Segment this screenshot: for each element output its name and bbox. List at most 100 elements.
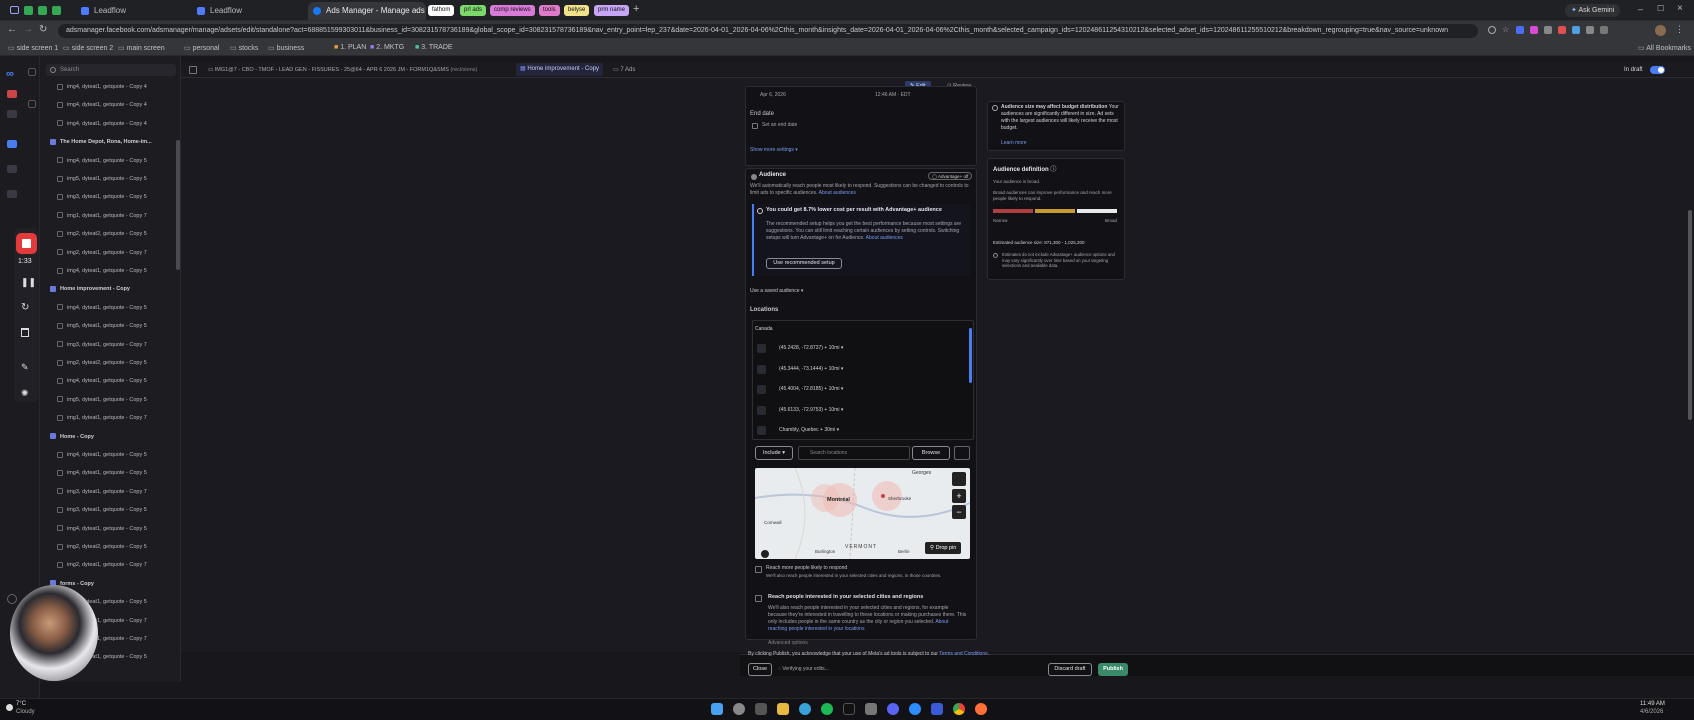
tree-ad-item[interactable]: img4, dyteat1, getquote - Copy 5: [48, 374, 176, 388]
tree-ad-item[interactable]: img5, dyteat1, getquote - Copy 5: [48, 172, 176, 186]
location-item[interactable]: Chambly, Quebec + 30mi ▾: [779, 427, 839, 434]
checkbox[interactable]: [57, 193, 63, 200]
tree-ad-item[interactable]: img2, dyteat2, getquote - Copy 5: [48, 227, 176, 241]
tree-ad-item[interactable]: img4, dyteat1, getquote - Copy 5: [48, 264, 176, 278]
puzzle-icon[interactable]: [1600, 26, 1608, 34]
zoom-in-button[interactable]: +: [952, 489, 966, 503]
tree-ad-item[interactable]: img3, dyteat1, getquote - Copy 5: [48, 190, 176, 204]
zoom-out-button[interactable]: −: [952, 505, 966, 519]
tree-ad-item[interactable]: img2, dyteat1, getquote - Copy 7: [48, 246, 176, 260]
ask-gemini-button[interactable]: ✦ Ask Gemini: [1565, 4, 1621, 17]
close-button[interactable]: Close: [748, 663, 772, 676]
publish-button[interactable]: Publish: [1098, 663, 1128, 676]
tree-adset-item[interactable]: Home - Copy: [48, 430, 176, 444]
weather-icon[interactable]: [6, 704, 13, 711]
checkbox[interactable]: [57, 377, 63, 384]
sheets-icon-2[interactable]: [38, 6, 47, 15]
checkbox[interactable]: [57, 322, 63, 329]
tab-leadflow-2[interactable]: Leadflow: [192, 2, 304, 20]
tab-group-prl-ads[interactable]: prl ads: [460, 5, 487, 16]
tree-ad-item[interactable]: img4, dyteat1, getquote - Copy 5: [48, 154, 176, 168]
back-icon[interactable]: ←: [7, 24, 17, 35]
chevron-down-icon[interactable]: ▾: [839, 407, 844, 413]
effects-icon[interactable]: ✺: [21, 388, 29, 399]
checkbox[interactable]: [57, 488, 63, 495]
pause-icon[interactable]: ❚❚: [21, 277, 36, 288]
extension-icon-2[interactable]: [1530, 26, 1538, 34]
location-item[interactable]: (45.4004, -72.8185) + 10mi ▾: [779, 386, 843, 393]
edit-rail-icon[interactable]: [28, 100, 36, 108]
window-menu-icon[interactable]: [10, 6, 19, 14]
location-item[interactable]: (45.6133, -72.9753) + 10mi ▾: [779, 407, 843, 414]
checkbox[interactable]: [57, 249, 63, 256]
checkbox[interactable]: [57, 83, 63, 90]
profile-avatar[interactable]: [1655, 25, 1666, 36]
location-item[interactable]: (45.2428, -72.8737) + 10mi ▾: [779, 345, 843, 352]
notifications-icon[interactable]: [7, 90, 17, 98]
trash-icon[interactable]: [21, 328, 29, 337]
windows-start-icon[interactable]: [711, 703, 723, 715]
reach-interested-checkbox[interactable]: [755, 595, 762, 602]
checkbox[interactable]: [57, 414, 63, 421]
chevron-down-icon[interactable]: ▾: [839, 345, 844, 351]
checkbox[interactable]: [57, 341, 63, 348]
tree-ad-item[interactable]: img2, dyteat2, getquote - Copy 5: [48, 540, 176, 554]
breadcrumb-adset[interactable]: ▦ Home improvement - Copy: [516, 63, 604, 76]
minimize-icon[interactable]: –: [1638, 4, 1643, 14]
sheets-icon-3[interactable]: [52, 6, 61, 15]
bookmark-trade[interactable]: ■ 3. TRADE: [415, 44, 453, 51]
tree-ad-item[interactable]: img4, dyteat1, getquote - Copy 4: [48, 80, 176, 94]
tab-close-icon[interactable]: ×: [414, 6, 419, 15]
extension-icon-5[interactable]: [1572, 26, 1580, 34]
restart-icon[interactable]: ↻: [21, 302, 29, 313]
checkbox[interactable]: [57, 506, 63, 513]
drop-pin-button[interactable]: ⚲ Drop pin: [925, 542, 962, 554]
back-app-icon[interactable]: [755, 703, 767, 715]
terms-link[interactable]: Terms and Conditions: [939, 651, 987, 657]
x-icon[interactable]: [843, 703, 855, 715]
checkbox[interactable]: [57, 451, 63, 458]
checkbox[interactable]: [57, 157, 63, 164]
tree-ad-item[interactable]: img1, dyteat1, getquote - Copy 7: [48, 209, 176, 223]
all-bookmarks[interactable]: ▭ All Bookmarks: [1638, 44, 1691, 52]
edge-icon[interactable]: [799, 703, 811, 715]
browse-button[interactable]: Browse: [912, 446, 950, 460]
locations-scrollbar[interactable]: [969, 328, 972, 383]
extension-icon-4[interactable]: [1558, 26, 1566, 34]
zoom-icon[interactable]: [909, 703, 921, 715]
tab-group-fathom[interactable]: fathom: [428, 5, 455, 16]
url-input[interactable]: adsmanager.facebook.com/adsmanager/manag…: [58, 24, 1478, 38]
bookmark-plan[interactable]: ■ 1. PLAN: [334, 44, 366, 51]
tree-adset-item[interactable]: The Home Depot, Rona, Home-im...: [48, 135, 176, 149]
tree-ad-item[interactable]: img2, dyteat2, getquote - Copy 5: [48, 356, 176, 370]
checkbox[interactable]: [57, 543, 63, 550]
advantage-toggle[interactable]: ◯ Advantage+ off: [928, 172, 973, 180]
spotify-icon[interactable]: [821, 703, 833, 715]
campaigns-icon[interactable]: [7, 110, 17, 118]
checkbox[interactable]: [57, 101, 63, 108]
show-more-settings-link[interactable]: Show more settings ▾: [750, 147, 798, 154]
tree-ad-item[interactable]: img5, dyteat1, getquote - Copy 5: [48, 319, 176, 333]
new-tab-icon[interactable]: +: [633, 3, 639, 15]
tree-ad-item[interactable]: img4, dyteat1, getquote - Copy 5: [48, 448, 176, 462]
close-window-icon[interactable]: ×: [1677, 3, 1683, 14]
bookmark-side-screen-1[interactable]: ▭ side screen 1: [8, 44, 58, 52]
collapse-rail-icon[interactable]: [28, 68, 36, 76]
tree-ad-item[interactable]: img4, dyteat1, getquote - Copy 4: [48, 98, 176, 112]
tree-ad-item[interactable]: img1, dyteat1, getquote - Copy 7: [48, 411, 176, 425]
bookmark-personal[interactable]: ▭ personal: [184, 44, 219, 52]
extension-icon-6[interactable]: [1586, 26, 1594, 34]
tree-ad-item[interactable]: img3, dyteat1, getquote - Copy 7: [48, 338, 176, 352]
tree-ad-item[interactable]: img4, dyteat1, getquote - Copy 4: [48, 117, 176, 131]
audiences-icon[interactable]: [7, 190, 17, 198]
reports-icon[interactable]: [7, 165, 17, 173]
browser-menu-icon[interactable]: ⋮: [1675, 24, 1684, 35]
discard-draft-button[interactable]: Discard draft: [1048, 663, 1092, 676]
breadcrumb-ads[interactable]: ▭ 7 Ads: [613, 62, 635, 78]
bookmark-main-screen[interactable]: ▭ main screen: [118, 44, 165, 52]
stop-recording-button[interactable]: [16, 233, 37, 254]
tab-ads-manager[interactable]: Ads Manager - Manage ads - A: [308, 2, 426, 20]
tab-group-comp-reviews[interactable]: comp reviews: [490, 5, 535, 16]
checkbox[interactable]: [57, 120, 63, 127]
use-recommended-setup-button[interactable]: Use recommended setup: [766, 258, 842, 269]
